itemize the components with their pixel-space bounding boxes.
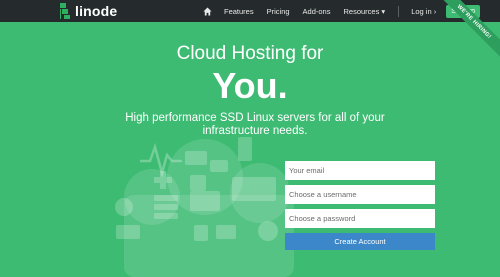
lines-icon <box>232 177 276 201</box>
linode-logo[interactable]: linode <box>60 3 117 19</box>
chat-icon <box>185 151 207 165</box>
video-icon <box>216 225 236 239</box>
home-icon[interactable] <box>203 6 212 16</box>
phone-icon <box>238 137 252 161</box>
cloud-illustration <box>115 137 294 277</box>
email-field[interactable] <box>285 161 435 180</box>
signup-form: Create Account <box>285 161 435 250</box>
nav-divider <box>398 5 400 17</box>
password-field[interactable] <box>285 209 435 228</box>
hero-heading-line1: Cloud Hosting for <box>176 43 324 64</box>
username-field[interactable] <box>285 185 435 204</box>
linode-logo-icon <box>60 3 70 19</box>
create-account-button[interactable]: Create Account <box>285 233 435 250</box>
globe-icon <box>115 198 133 216</box>
gear-icon <box>258 221 278 241</box>
server-icon <box>154 195 178 201</box>
brand-name: linode <box>75 3 118 19</box>
hero-heading-line2: You. <box>212 65 288 106</box>
lock-icon <box>190 175 206 191</box>
envelope-icon <box>190 191 220 211</box>
nav-features[interactable]: Features <box>224 7 254 16</box>
nav-add-ons[interactable]: Add-ons <box>303 7 331 16</box>
main-nav: Features Pricing Add-ons Resources ▾ Log… <box>203 0 480 22</box>
code-icon <box>116 225 140 239</box>
nav-resources[interactable]: Resources ▾ <box>343 7 385 16</box>
nav-pricing[interactable]: Pricing <box>267 7 290 16</box>
login-link[interactable]: Log in › <box>411 7 436 16</box>
top-navigation-bar: linode Features Pricing Add-ons Resource… <box>0 0 500 22</box>
